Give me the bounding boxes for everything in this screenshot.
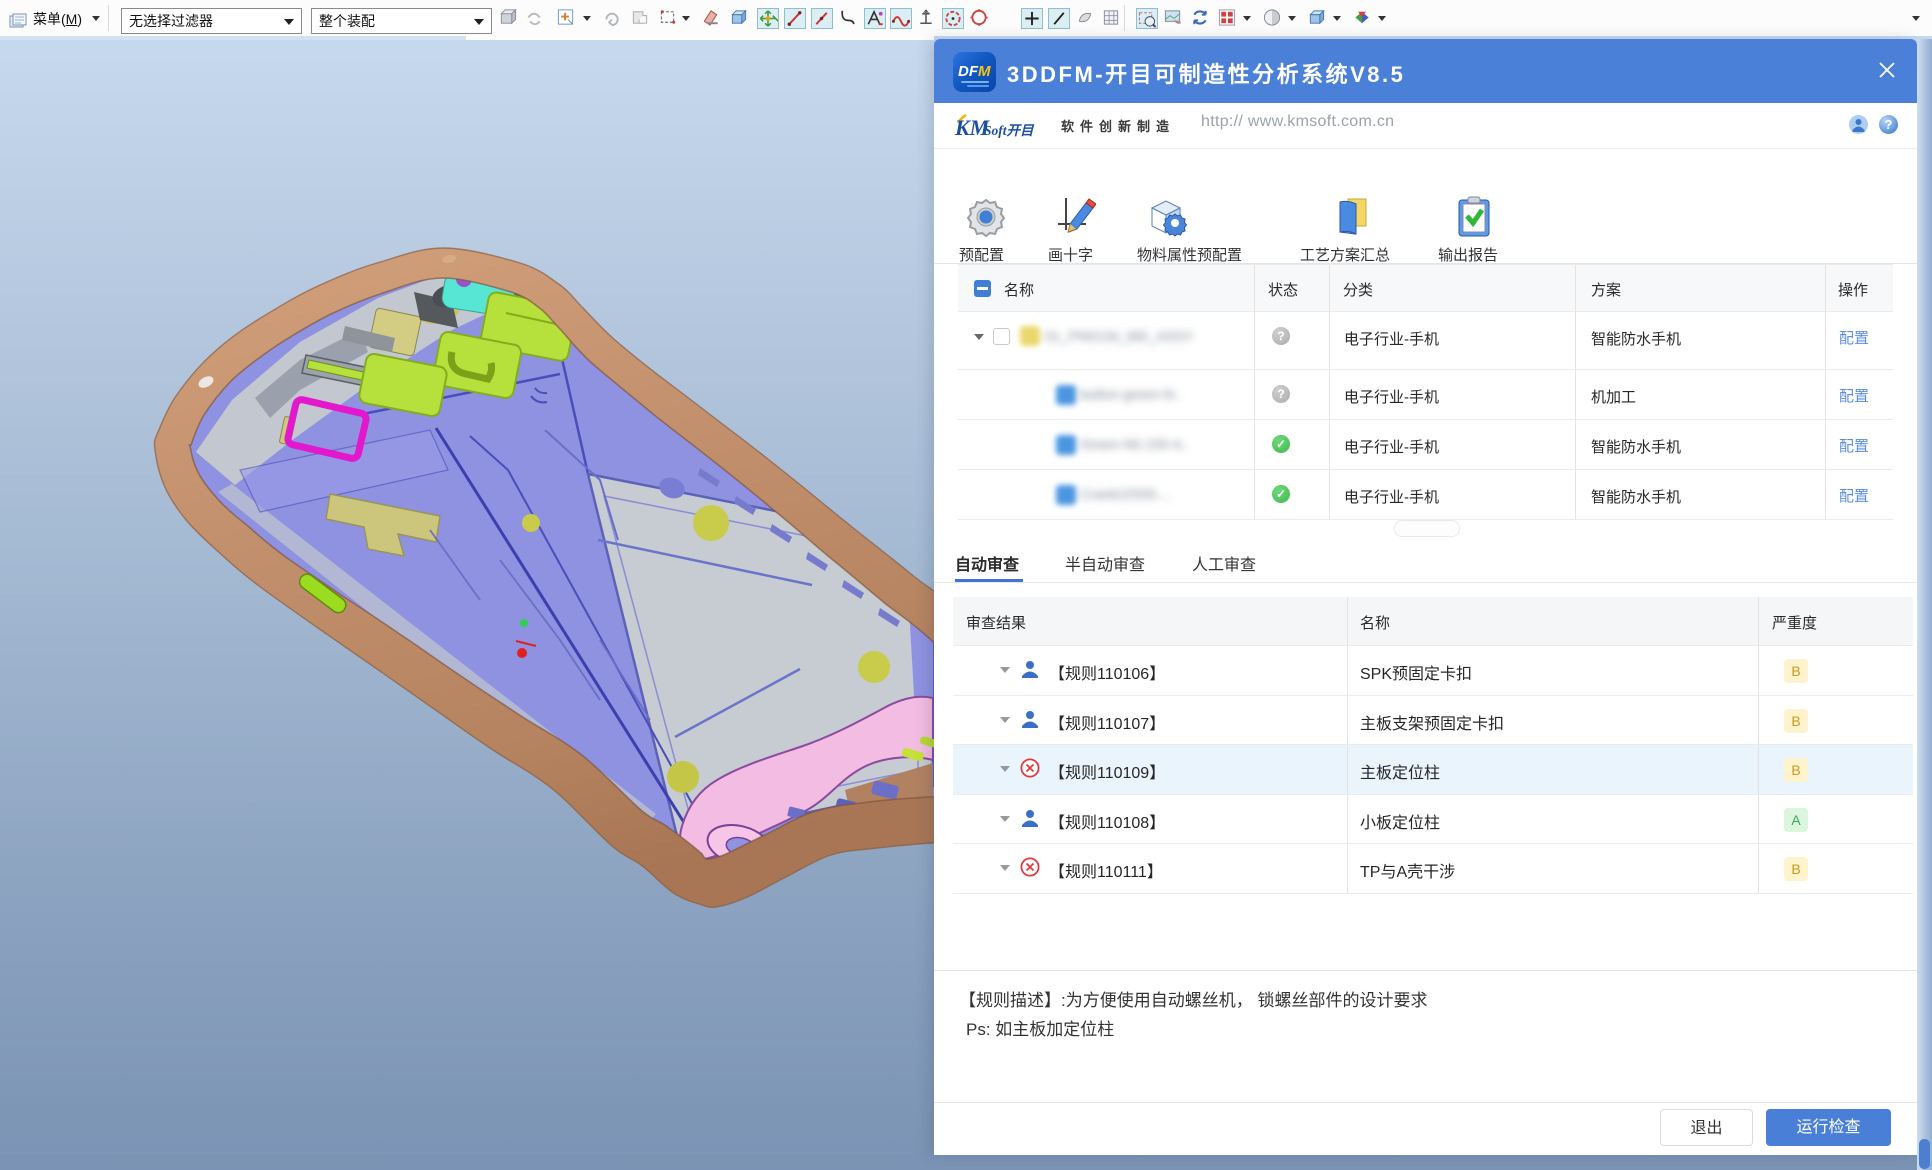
svg-text:Soft开目: Soft开目: [984, 123, 1035, 138]
